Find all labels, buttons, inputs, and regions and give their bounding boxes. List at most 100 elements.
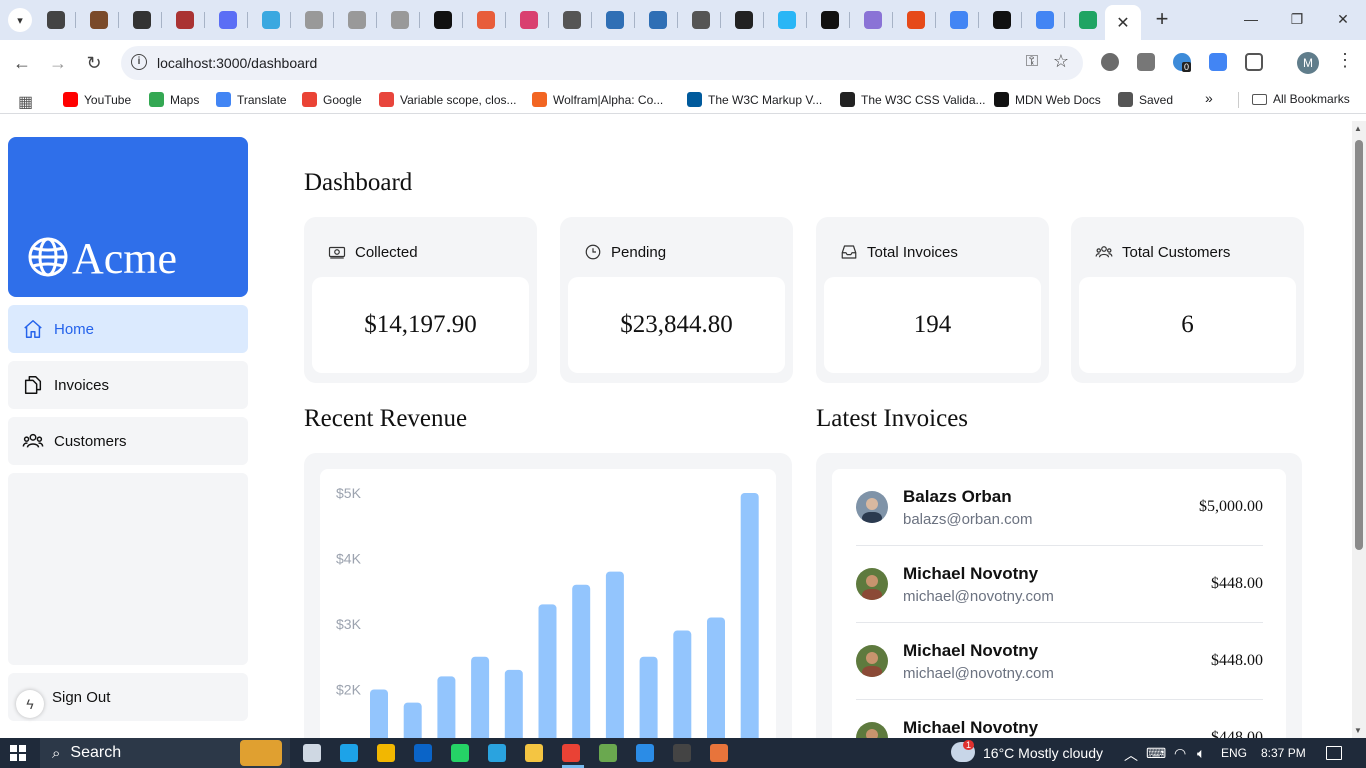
bookmark-item[interactable]: Saved	[1118, 92, 1173, 107]
bookmark-item[interactable]: The W3C CSS Valida...	[840, 92, 986, 107]
sidebar-item-invoices[interactable]: Invoices	[8, 361, 248, 409]
tab-favicon-triangle-icon[interactable]	[821, 11, 839, 29]
bookmark-item[interactable]: Google	[302, 92, 362, 107]
clock[interactable]: 8:37 PM	[1261, 746, 1306, 760]
bookmarks-overflow-icon[interactable]: »	[1205, 90, 1213, 106]
reload-icon[interactable]: ↻	[83, 52, 105, 74]
tab-favicon-bird-icon[interactable]	[262, 11, 280, 29]
taskbar-terminal-icon[interactable]	[673, 744, 691, 762]
sign-out-button[interactable]: Sign Out	[8, 673, 248, 721]
password-key-icon[interactable]: ⚿	[1026, 53, 1038, 71]
tab-favicon-google-icon[interactable]	[950, 11, 968, 29]
taskbar-outlook-icon[interactable]	[414, 744, 432, 762]
tab-favicon-doc-icon[interactable]	[692, 11, 710, 29]
bookmark-item[interactable]: MDN Web Docs	[994, 92, 1101, 107]
extension-badge-icon[interactable]: 0	[1173, 53, 1192, 72]
close-tab-icon[interactable]: ✕	[1116, 13, 1129, 33]
close-window-icon[interactable]: ✕	[1328, 8, 1358, 30]
notifications-icon[interactable]	[1326, 746, 1342, 760]
invoice-row: Michael Novotny michael@novotny.com $448…	[856, 546, 1263, 623]
bookmark-item[interactable]: YouTube	[63, 92, 131, 107]
taskbar-vscode-icon[interactable]	[636, 744, 654, 762]
weather-cloud-icon[interactable]: 1	[951, 740, 975, 762]
taskbar-node-icon[interactable]	[599, 744, 617, 762]
taskbar-task-view-icon[interactable]	[303, 744, 321, 762]
weather-text[interactable]: 16°C Mostly cloudy	[983, 745, 1103, 761]
wifi-icon[interactable]: ◠	[1174, 745, 1186, 762]
revenue-bar	[673, 630, 692, 738]
acme-logo-link[interactable]: Acme	[8, 137, 248, 297]
taskbar-search-box[interactable]: ⌕ Search	[40, 738, 290, 768]
tab-favicon-cube-icon[interactable]	[47, 11, 65, 29]
language-indicator[interactable]: ENG	[1221, 746, 1247, 760]
forward-arrow-icon[interactable]: →	[47, 52, 69, 74]
sidebar-item-label: Customers	[54, 432, 127, 450]
scroll-up-icon[interactable]: ▲	[1354, 124, 1362, 133]
new-tab-button[interactable]: +	[1151, 8, 1173, 30]
bookmark-label: Variable scope, clos...	[400, 92, 517, 107]
restore-window-icon[interactable]: ❐	[1282, 8, 1312, 30]
address-bar[interactable]: i localhost:3000/dashboard ⚿ ☆	[121, 46, 1083, 80]
active-tab[interactable]: ✕	[1105, 5, 1141, 40]
bookmark-item[interactable]: Wolfram|Alpha: Co...	[532, 92, 663, 107]
extensions-puzzle-icon[interactable]	[1245, 53, 1263, 71]
bookmark-item[interactable]: Variable scope, clos...	[379, 92, 517, 107]
taskbar-whatsapp-icon[interactable]	[451, 744, 469, 762]
bookmark-item[interactable]: Translate	[216, 92, 287, 107]
tab-favicon-gear-icon[interactable]	[563, 11, 581, 29]
taskbar-telegram-icon[interactable]	[488, 744, 506, 762]
profile-avatar[interactable]: M	[1297, 52, 1319, 74]
windows-start-icon[interactable]	[10, 745, 26, 761]
tab-favicon-circle-icon[interactable]	[520, 11, 538, 29]
card-title: Pending	[611, 243, 667, 261]
taskbar-git-icon[interactable]	[710, 744, 728, 762]
extension-clipboard-icon[interactable]	[1209, 53, 1227, 71]
scroll-thumb[interactable]	[1355, 140, 1363, 550]
show-hidden-icons-chevron-icon[interactable]: ︿	[1124, 745, 1138, 765]
tab-favicon-ts-icon[interactable]	[649, 11, 667, 29]
tab-favicon-pdf-icon[interactable]	[907, 11, 925, 29]
url-text[interactable]: localhost:3000/dashboard	[157, 55, 317, 71]
dev-tools-bolt-icon[interactable]: ϟ	[16, 690, 44, 718]
browser-toolbar: ← → ↻ i localhost:3000/dashboard ⚿ ☆ 0 M…	[0, 40, 1366, 86]
scroll-down-icon[interactable]: ▼	[1354, 726, 1362, 735]
back-arrow-icon[interactable]: ←	[11, 52, 33, 74]
tab-search-chevron-icon[interactable]: ▾	[8, 8, 32, 32]
extension-shield-icon[interactable]	[1101, 53, 1119, 71]
extension-tb-icon[interactable]	[1137, 53, 1155, 71]
bookmark-item[interactable]: Maps	[149, 92, 199, 107]
bookmark-item[interactable]: The W3C Markup V...	[687, 92, 822, 107]
apps-grid-icon[interactable]: ▦	[18, 92, 33, 112]
tab-favicon-hn-icon[interactable]	[434, 11, 452, 29]
tab-favicon-puzzle-icon[interactable]	[90, 11, 108, 29]
tab-favicon-upwork-icon[interactable]	[735, 11, 753, 29]
tab-favicon-ts-icon[interactable]	[606, 11, 624, 29]
taskbar-store-icon[interactable]	[377, 744, 395, 762]
input-method-icon[interactable]: ⌨	[1146, 745, 1166, 762]
tab-favicon-google-icon[interactable]	[1036, 11, 1054, 29]
tab-favicon-circle-icon[interactable]	[778, 11, 796, 29]
tab-separator	[247, 12, 248, 28]
all-bookmarks-folder[interactable]: All Bookmarks	[1252, 92, 1350, 106]
tab-favicon-globe-icon[interactable]	[305, 11, 323, 29]
bookmark-star-icon[interactable]: ☆	[1053, 51, 1069, 72]
tab-favicon-mail-icon[interactable]	[864, 11, 882, 29]
tab-favicon-x-logo-icon[interactable]	[219, 11, 237, 29]
tab-favicon-circle-icon[interactable]	[477, 11, 495, 29]
tab-favicon-drive-icon[interactable]	[1079, 11, 1097, 29]
browser-menu-icon[interactable]: ⋮	[1336, 50, 1354, 71]
volume-icon[interactable]: 🔈︎	[1197, 745, 1205, 762]
tab-favicon-crown-icon[interactable]	[176, 11, 194, 29]
site-info-icon[interactable]: i	[131, 54, 147, 70]
bookmark-label: The W3C CSS Valida...	[861, 92, 986, 107]
taskbar-file-explorer-icon[interactable]	[525, 744, 543, 762]
tab-favicon-triangle-icon[interactable]	[993, 11, 1011, 29]
sidebar-item-home[interactable]: Home	[8, 305, 248, 353]
tab-favicon-globe-icon[interactable]	[348, 11, 366, 29]
tab-favicon-globe-icon[interactable]	[391, 11, 409, 29]
taskbar-edge-icon[interactable]	[340, 744, 358, 762]
taskbar-chrome-icon[interactable]	[562, 744, 580, 762]
minimize-window-icon[interactable]: —	[1236, 8, 1266, 30]
tab-favicon-github-icon[interactable]	[133, 11, 151, 29]
sidebar-item-customers[interactable]: Customers	[8, 417, 248, 465]
